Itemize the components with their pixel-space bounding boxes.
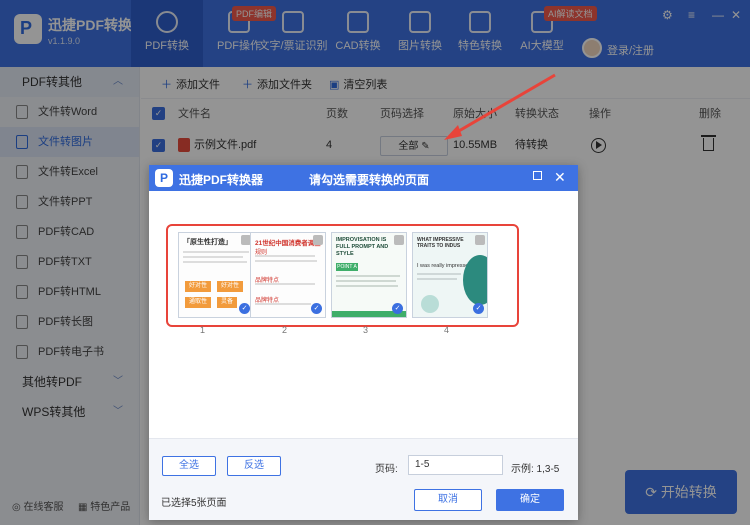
- close-icon[interactable]: ✕: [554, 169, 566, 186]
- page-thumbnail[interactable]: 21世纪中国消费者调查 规则 品牌特点 品牌特点 ✓: [250, 232, 326, 318]
- page-checkbox[interactable]: ✓: [311, 303, 322, 314]
- dialog-title: 请勾选需要转换的页面: [309, 173, 430, 187]
- zoom-icon[interactable]: [475, 235, 485, 245]
- zoom-icon[interactable]: [313, 235, 323, 245]
- selected-count: 已选择5张页面: [161, 498, 227, 509]
- page-thumbnail[interactable]: IMPROVISATION IS FULL PROMPT AND STYLE P…: [331, 232, 407, 318]
- invert-selection-button[interactable]: 反选: [227, 456, 281, 476]
- page-number: 3: [363, 325, 369, 335]
- page-number: 2: [282, 325, 288, 335]
- page-thumbnail[interactable]: 「原生性打造」 好对性 好对性 通取性 灵备 ✓: [178, 232, 254, 318]
- dialog-footer: 全选 反选 页码: 1-5 示例: 1,3-5 已选择5张页面 取消 确定: [149, 438, 578, 520]
- page-thumbnail[interactable]: WHAT IMPRESSIVE TRAITS TO INDUS I was re…: [412, 232, 488, 318]
- maximize-icon[interactable]: [533, 171, 542, 180]
- page-range-input[interactable]: 1-5: [408, 455, 503, 475]
- page-range-example: 示例: 1,3-5: [511, 464, 560, 475]
- page-checkbox[interactable]: ✓: [239, 303, 250, 314]
- page-number: 1: [200, 325, 206, 335]
- page-checkbox[interactable]: ✓: [473, 303, 484, 314]
- page-number: 4: [444, 325, 450, 335]
- select-all-button[interactable]: 全选: [162, 456, 216, 476]
- zoom-icon[interactable]: [394, 235, 404, 245]
- cancel-button[interactable]: 取消: [414, 489, 482, 511]
- confirm-button[interactable]: 确定: [496, 489, 564, 511]
- app-logo: P: [155, 169, 173, 187]
- page-thumbnail-strip: 「原生性打造」 好对性 好对性 通取性 灵备 ✓ 21世纪中国消费者调查 规则 …: [166, 224, 519, 327]
- dialog-app-name: 迅捷PDF转换器: [179, 173, 264, 187]
- dialog-title-bar: P 迅捷PDF转换器 请勾选需要转换的页面 ✕: [149, 165, 578, 191]
- page-checkbox[interactable]: ✓: [392, 303, 403, 314]
- badge-graphic: [463, 255, 487, 305]
- page-range-label: 页码:: [375, 464, 398, 475]
- annotation-arrow: [444, 73, 556, 140]
- page-select-dialog: P 迅捷PDF转换器 请勾选需要转换的页面 ✕ 「原生性打造」 好对性 好对性 …: [149, 165, 578, 520]
